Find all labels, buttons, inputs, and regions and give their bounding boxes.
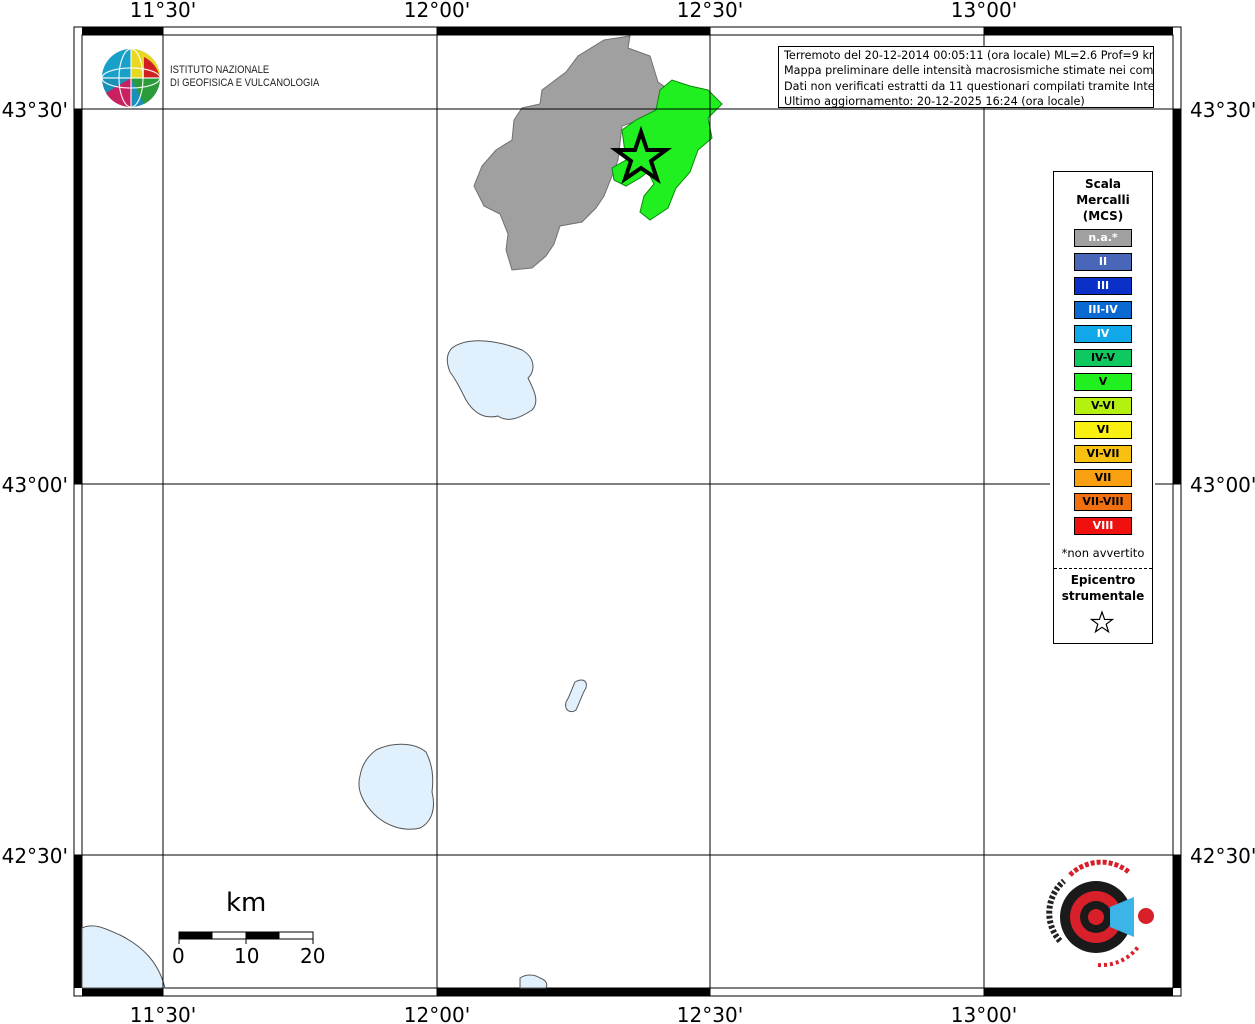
right-label-4300: 43°00'	[1190, 473, 1255, 497]
right-label-4330: 43°30'	[1190, 98, 1255, 122]
top-label-1230: 12°30'	[677, 0, 743, 22]
scale-bar-tick-20: 20	[300, 944, 326, 968]
institute-name-line1: ISTITUTO NAZIONALE	[170, 64, 270, 76]
bottom-label-1300: 13°00'	[951, 1003, 1017, 1024]
event-info-line4: Ultimo aggiornamento: 20-12-2025 16:24 (…	[784, 95, 1085, 108]
legend-title-line2: Mercalli	[1076, 193, 1130, 207]
legend-item: III	[1074, 277, 1132, 295]
left-label-4300: 43°00'	[2, 473, 68, 497]
event-info-box: Terremoto del 20-12-2014 00:05:11 (ora l…	[778, 46, 1154, 108]
legend-item: V	[1074, 373, 1132, 391]
legend-item: VI	[1074, 421, 1132, 439]
legend-item: VI-VII	[1074, 445, 1132, 463]
scale-bar-unit: km	[226, 888, 267, 918]
legend-item: VII-VIII	[1074, 493, 1132, 511]
legend-epicentre-line1: Epicentro	[1070, 573, 1136, 587]
legend-item: VII	[1074, 469, 1132, 487]
legend-item: IV-V	[1074, 349, 1132, 367]
ingv-globe-icon	[101, 48, 161, 108]
bottom-label-1200: 12°00'	[404, 1003, 470, 1024]
top-label-1130: 11°30'	[130, 0, 196, 22]
legend-item: II	[1074, 253, 1132, 271]
institute-name: ISTITUTO NAZIONALE DI GEOFISICA E VULCAN…	[170, 64, 319, 90]
top-label-1300: 13°00'	[951, 0, 1017, 22]
legend-item: n.a.*	[1074, 229, 1132, 247]
haisentito-logo-icon	[1046, 859, 1154, 968]
event-info-line1: Terremoto del 20-12-2014 00:05:11 (ora l…	[784, 49, 1154, 62]
intensity-legend: Scala Mercalli (MCS) n.a.* II III III-IV IV I…	[1053, 171, 1153, 644]
left-label-4330: 43°30'	[2, 98, 68, 122]
institute-name-line2: DI GEOFISICA E VULCANOLOGIA	[170, 77, 320, 89]
event-info-line2: Mappa preliminare delle intensità macros…	[784, 64, 1154, 78]
bottom-label-1230: 12°30'	[677, 1003, 743, 1024]
legend-item: V-VI	[1074, 397, 1132, 415]
event-info-line3: Dati non verificati estratti da 11 quest…	[784, 79, 1154, 93]
legend-title-line3: (MCS)	[1082, 209, 1124, 223]
scale-bar-tick-10: 10	[234, 944, 260, 968]
bottom-label-1130: 11°30'	[130, 1003, 196, 1024]
legend-epicentre-label: Epicentro strumentale	[1054, 572, 1152, 604]
top-label-1200: 12°00'	[404, 0, 470, 22]
scale-bar-tick-0: 0	[172, 944, 185, 968]
right-label-4230: 42°30'	[1190, 844, 1255, 868]
legend-star-icon	[1089, 610, 1115, 634]
legend-title-line1: Scala	[1084, 177, 1122, 191]
legend-note: *non avvertito	[1061, 546, 1145, 560]
legend-item: IV	[1074, 325, 1132, 343]
legend-item: VIII	[1074, 517, 1132, 535]
legend-epicentre-line2: strumentale	[1061, 589, 1145, 603]
left-label-4230: 42°30'	[2, 844, 68, 868]
legend-divider	[1054, 568, 1152, 569]
legend-title: Scala Mercalli (MCS)	[1054, 176, 1152, 224]
legend-item: III-IV	[1074, 301, 1132, 319]
